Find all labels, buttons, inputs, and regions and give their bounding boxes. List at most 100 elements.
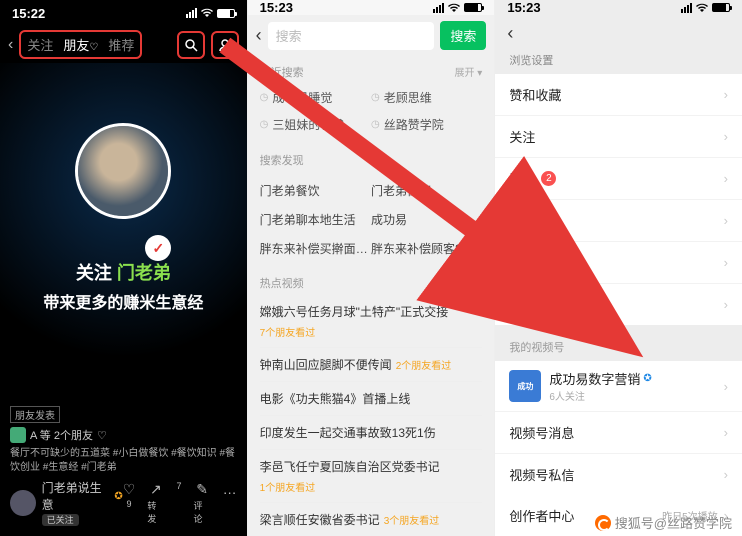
discover-item[interactable]: 门老弟餐饮 xyxy=(260,176,371,205)
more-button[interactable]: … xyxy=(223,481,237,525)
status-time: 15:23 xyxy=(260,0,293,15)
account-avatar: 成功 xyxy=(509,370,541,402)
promo-text: 关注 门老弟 带来更多的赚米生意经 xyxy=(43,259,203,313)
publish-label: 朋友发表 xyxy=(10,406,60,423)
hot-video-item[interactable]: 嫦娥六号任务月球"土特产"正式交接7个朋友看过 xyxy=(260,295,483,348)
settings-row[interactable]: 订单› xyxy=(495,242,742,284)
phone-2-search: 15:23 ‹ 搜索 搜索 最近搜索 展开 ▾ ◷成功易睡觉◷老顾思维◷三姐妹的… xyxy=(248,0,496,536)
back-icon[interactable]: ‹ xyxy=(256,25,262,46)
back-icon[interactable]: ‹ xyxy=(507,23,513,44)
discover-item[interactable]: 胖东来补偿顾客883万热 xyxy=(371,234,482,263)
comment-button[interactable]: ✎评论 xyxy=(194,481,211,525)
followed-pill[interactable]: 已关注 xyxy=(42,514,79,526)
my-account-row[interactable]: 成功 成功易数字营销✪ 6人关注 › xyxy=(495,361,742,412)
search-icon-highlight[interactable] xyxy=(177,31,205,59)
hot-videos-list: 嫦娥六号任务月球"土特产"正式交接7个朋友看过钟南山回应腿脚不便传闻2个朋友看过… xyxy=(248,295,495,536)
author-avatar xyxy=(10,490,36,516)
status-time: 15:23 xyxy=(507,0,540,15)
tab-friends[interactable]: 朋友♡ xyxy=(63,35,98,54)
watermark: 搜狐号@丝路赞学院 xyxy=(595,513,732,532)
recent-header: 最近搜索 展开 ▾ xyxy=(248,56,495,84)
clock-icon: ◷ xyxy=(260,92,269,103)
friend-avatar-icon xyxy=(10,427,26,443)
discover-header: 搜索发现 xyxy=(248,144,495,172)
signal-icon xyxy=(186,8,197,18)
chevron-right-icon: › xyxy=(724,129,728,144)
settings-row[interactable]: 视频号消息› xyxy=(495,412,742,454)
settings-row[interactable]: 私信› xyxy=(495,200,742,242)
share-count: 7 xyxy=(176,481,181,525)
settings-row[interactable]: 消息2› xyxy=(495,158,742,200)
discover-item[interactable]: 门老弟做菜 xyxy=(371,176,482,205)
video-footer: 朋友发表 A 等 2个朋友 ♡ 餐厅不可缺少的五道菜 #小白做餐饮 #餐饮知识 … xyxy=(0,400,247,536)
chevron-right-icon: › xyxy=(724,171,728,186)
clock-icon: ◷ xyxy=(371,119,380,130)
status-indicators xyxy=(186,8,235,18)
hot-header: 热点视频 xyxy=(248,267,495,295)
recent-item[interactable]: ◷成功易睡觉 xyxy=(260,84,371,111)
settings-row[interactable]: 视频号私信› xyxy=(495,454,742,495)
discover-grid: 门老弟餐饮门老弟做菜门老弟聊本地生活成功易胖东来补偿买擀面皮顾客热胖东来补偿顾客… xyxy=(248,172,495,267)
chevron-right-icon: › xyxy=(724,255,728,270)
signal-icon xyxy=(433,3,444,13)
settings-row[interactable]: 隐私› xyxy=(495,284,742,325)
recent-item[interactable]: ◷三姐妹的爸爸 xyxy=(260,111,371,138)
signal-icon xyxy=(681,3,692,13)
hot-video-item[interactable]: 印度发生一起交通事故致13死1伤 xyxy=(260,416,483,450)
clock-icon: ◷ xyxy=(371,92,380,103)
battery-icon xyxy=(464,3,482,12)
hot-video-item[interactable]: 梁言顺任安徽省委书记3个朋友看过 xyxy=(260,503,483,536)
hot-video-item[interactable]: 钟南山回应腿脚不便传闻2个朋友看过 xyxy=(260,348,483,382)
clock-icon: ◷ xyxy=(260,119,269,130)
profile-icon-highlight[interactable] xyxy=(211,31,239,59)
chevron-right-icon: › xyxy=(724,87,728,102)
phone-1-channels: 15:22 ‹ 关注 朋友♡ 推荐 ✓ xyxy=(0,0,248,536)
chevron-right-icon: › xyxy=(724,379,728,394)
heart-icon: ♡ xyxy=(89,42,98,53)
settings-row[interactable]: 关注› xyxy=(495,116,742,158)
search-button[interactable]: 搜索 xyxy=(440,21,486,50)
phone-3-settings: 15:23 ‹ 浏览设置 赞和收藏›关注›消息2›私信›订单›隐私› 我的视频号… xyxy=(495,0,742,536)
hot-video-item[interactable]: 电影《功夫熊猫4》首播上线 xyxy=(260,382,483,416)
status-indicators xyxy=(681,3,730,13)
page-header: ‹ xyxy=(495,15,742,52)
action-bar: ♡9 ↗转发 7 ✎评论 … xyxy=(123,481,237,525)
search-input[interactable]: 搜索 xyxy=(268,22,435,50)
page-title: 浏览设置 xyxy=(495,52,742,74)
chevron-right-icon: › xyxy=(724,425,728,440)
share-button[interactable]: ↗转发 xyxy=(147,481,164,525)
hot-video-item[interactable]: 李邑飞任宁夏回族自治区党委书记1个朋友看过 xyxy=(260,450,483,503)
discover-item[interactable]: 门老弟聊本地生活 xyxy=(260,205,371,234)
verify-icon: ✪ xyxy=(114,491,122,502)
tab-recommend[interactable]: 推荐 xyxy=(108,35,134,54)
video-content[interactable]: ✓ 关注 门老弟 带来更多的赚米生意经 xyxy=(0,63,247,400)
recent-item[interactable]: ◷老顾思维 xyxy=(371,84,482,111)
status-bar: 15:22 xyxy=(0,0,247,26)
my-channel-header: 我的视频号 xyxy=(495,333,742,361)
chevron-right-icon: › xyxy=(724,213,728,228)
top-nav: ‹ 关注 朋友♡ 推荐 xyxy=(0,26,247,63)
search-bar: ‹ 搜索 搜索 xyxy=(248,15,495,56)
author-info[interactable]: 门老弟说生意✪ 已关注 xyxy=(10,479,123,526)
status-bar: 15:23 xyxy=(248,0,495,15)
settings-row[interactable]: 赞和收藏› xyxy=(495,74,742,116)
status-indicators xyxy=(433,3,482,13)
discover-item[interactable]: 胖东来补偿买擀面皮顾客热 xyxy=(260,234,371,263)
friends-watched[interactable]: A 等 2个朋友 ♡ xyxy=(10,427,237,443)
verify-icon: ✪ xyxy=(643,373,651,384)
recent-item[interactable]: ◷丝路赞学院 xyxy=(371,111,482,138)
like-button[interactable]: ♡9 xyxy=(123,481,136,525)
back-icon[interactable]: ‹ xyxy=(8,36,13,54)
expand-toggle[interactable]: 展开 ▾ xyxy=(455,64,483,80)
creator-avatar[interactable] xyxy=(75,123,171,219)
badge-count: 2 xyxy=(541,171,556,186)
settings-group-1: 赞和收藏›关注›消息2›私信›订单›隐私› xyxy=(495,74,742,325)
tabs-highlight: 关注 朋友♡ 推荐 xyxy=(19,30,142,59)
discover-item[interactable]: 成功易 xyxy=(371,205,482,234)
sohu-logo-icon xyxy=(595,515,611,531)
tab-follow[interactable]: 关注 xyxy=(27,35,53,54)
settings-group-2: 成功 成功易数字营销✪ 6人关注 › 视频号消息›视频号私信› 创作者中心 昨日… xyxy=(495,361,742,536)
chevron-right-icon: › xyxy=(724,467,728,482)
video-caption[interactable]: 餐厅不可缺少的五道菜 #小白做餐饮 #餐饮知识 #餐饮创业 #生意经 #门老弟 xyxy=(10,447,237,475)
chevron-right-icon: › xyxy=(724,297,728,312)
